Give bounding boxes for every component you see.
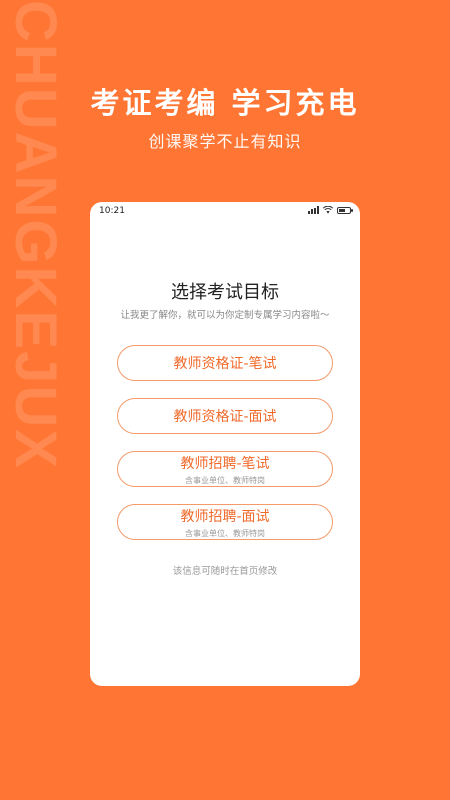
- option-label: 教师招聘-笔试: [180, 455, 270, 472]
- option-sublabel: 含事业单位、教师特岗: [185, 475, 265, 485]
- signal-icon: [308, 206, 319, 214]
- screen-description: 让我更了解你，就可以为你定制专属学习内容啦～: [120, 310, 330, 321]
- screen-title: 选择考试目标: [171, 282, 279, 303]
- option-label: 教师招聘-面试: [180, 508, 270, 525]
- wifi-icon: [323, 206, 333, 214]
- option-teacher-cert-written[interactable]: 教师资格证-笔试: [117, 345, 333, 381]
- option-label: 教师资格证-笔试: [173, 356, 277, 372]
- option-teacher-recruit-interview[interactable]: 教师招聘-面试 含事业单位、教师特岗: [117, 504, 333, 540]
- option-teacher-recruit-written[interactable]: 教师招聘-笔试 含事业单位、教师特岗: [117, 451, 333, 487]
- status-time: 10:21: [99, 206, 125, 216]
- option-teacher-cert-interview[interactable]: 教师资格证-面试: [117, 398, 333, 434]
- phone-screen: 10:21 选择考试目标 让我更了解你，就可以为你定制专属学习内容啦～ 教师资格…: [90, 202, 360, 686]
- hero-headline: 考证考编 学习充电: [90, 86, 360, 120]
- status-icons: [308, 206, 353, 214]
- battery-icon: [337, 206, 353, 214]
- status-bar: 10:21: [90, 202, 360, 220]
- footer-note: 该信息可随时在首页修改: [172, 566, 278, 577]
- hero-subline: 创课聚学不止有知识: [148, 132, 302, 151]
- option-sublabel: 含事业单位、教师特岗: [185, 528, 265, 538]
- option-label: 教师资格证-面试: [173, 409, 277, 425]
